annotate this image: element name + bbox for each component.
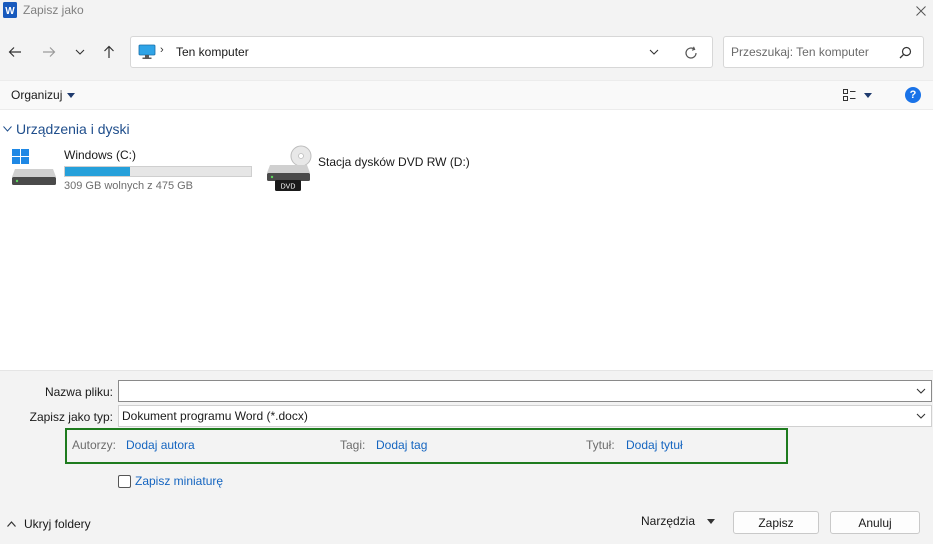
back-button[interactable] bbox=[3, 40, 27, 64]
refresh-button[interactable] bbox=[682, 44, 700, 62]
title-bar bbox=[0, 0, 933, 22]
help-icon: ? bbox=[909, 89, 917, 101]
save-thumbnail-label[interactable]: Zapisz miniaturę bbox=[135, 474, 223, 488]
filename-dropdown-button[interactable] bbox=[914, 384, 928, 398]
filetype-dropdown-button[interactable] bbox=[914, 409, 928, 423]
organize-label: Organizuj bbox=[11, 88, 63, 102]
add-author-link[interactable]: Dodaj autora bbox=[126, 438, 195, 452]
tools-menu-button[interactable]: Narzędzia bbox=[641, 514, 716, 528]
drive-usage-fill bbox=[65, 167, 131, 176]
arrow-up-icon bbox=[104, 45, 114, 58]
dvd-badge-text: DVD bbox=[281, 184, 296, 191]
recent-locations-button[interactable] bbox=[68, 40, 92, 64]
view-details-icon bbox=[843, 89, 856, 101]
breadcrumb-separator[interactable]: › bbox=[160, 44, 164, 56]
add-tag-link[interactable]: Dodaj tag bbox=[376, 438, 427, 452]
chevron-down-icon bbox=[3, 126, 12, 132]
drive-item-d[interactable]: DVD Stacja dysków DVD RW (D:) bbox=[266, 145, 476, 195]
close-button[interactable] bbox=[908, 0, 933, 22]
caret-down-icon bbox=[67, 92, 76, 98]
tools-label: Narzędzia bbox=[641, 514, 696, 528]
drive-free-space: 309 GB wolnych z 475 GB bbox=[64, 180, 194, 192]
forward-button[interactable] bbox=[37, 40, 61, 64]
devices-group-header[interactable]: Urządzenia i dyski bbox=[3, 121, 130, 137]
chevron-down-icon bbox=[75, 49, 85, 55]
close-icon bbox=[915, 6, 926, 16]
svg-text:W: W bbox=[5, 6, 15, 17]
caret-down-icon bbox=[707, 518, 716, 524]
drive-name: Windows (C:) bbox=[64, 148, 137, 162]
organize-button[interactable]: Organizuj bbox=[11, 88, 76, 102]
address-history-dropdown[interactable] bbox=[646, 44, 662, 60]
arrow-left-icon bbox=[8, 47, 21, 57]
chevron-down-icon bbox=[916, 388, 926, 394]
add-title-link[interactable]: Dodaj tytuł bbox=[626, 438, 683, 452]
chevron-down-icon bbox=[916, 413, 926, 419]
hide-folders-button[interactable]: Ukryj foldery bbox=[7, 517, 91, 531]
search-input[interactable] bbox=[731, 44, 896, 60]
breadcrumb-current[interactable]: Ten komputer bbox=[176, 45, 249, 59]
window-title: Zapisz jako bbox=[23, 3, 84, 17]
tags-label: Tagi: bbox=[340, 438, 366, 452]
command-bar bbox=[0, 80, 933, 110]
drive-name: Stacja dysków DVD RW (D:) bbox=[318, 155, 470, 169]
cancel-button[interactable]: Anuluj bbox=[830, 511, 920, 534]
hide-folders-label: Ukryj foldery bbox=[24, 517, 91, 531]
chevron-up-icon bbox=[7, 521, 16, 527]
up-button[interactable] bbox=[97, 40, 121, 64]
filetype-value[interactable]: Dokument programu Word (*.docx) bbox=[122, 409, 308, 423]
computer-icon bbox=[138, 44, 156, 60]
save-button[interactable]: Zapisz bbox=[733, 511, 819, 534]
drive-usage-bar bbox=[64, 166, 252, 177]
filetype-label: Zapisz jako typ: bbox=[29, 410, 113, 424]
help-button[interactable]: ? bbox=[905, 87, 921, 103]
save-thumbnail-checkbox[interactable] bbox=[118, 475, 131, 488]
arrow-right-icon bbox=[43, 47, 56, 57]
chevron-down-icon bbox=[649, 49, 659, 55]
word-app-icon: W bbox=[3, 2, 17, 18]
authors-label: Autorzy: bbox=[72, 438, 117, 452]
caret-down-icon bbox=[864, 92, 872, 98]
windows-drive-icon bbox=[12, 147, 58, 187]
title-label: Tytuł: bbox=[586, 438, 615, 452]
refresh-icon bbox=[685, 46, 697, 59]
drive-item-c[interactable]: Windows (C:) 309 GB wolnych z 475 GB bbox=[12, 145, 257, 195]
search-icon[interactable] bbox=[897, 44, 913, 60]
filename-input[interactable] bbox=[122, 383, 907, 399]
filename-label: Nazwa pliku: bbox=[44, 385, 113, 399]
dvd-drive-icon: DVD bbox=[266, 145, 312, 193]
change-view-button[interactable] bbox=[843, 87, 879, 103]
devices-group-title: Urządzenia i dyski bbox=[16, 121, 130, 137]
